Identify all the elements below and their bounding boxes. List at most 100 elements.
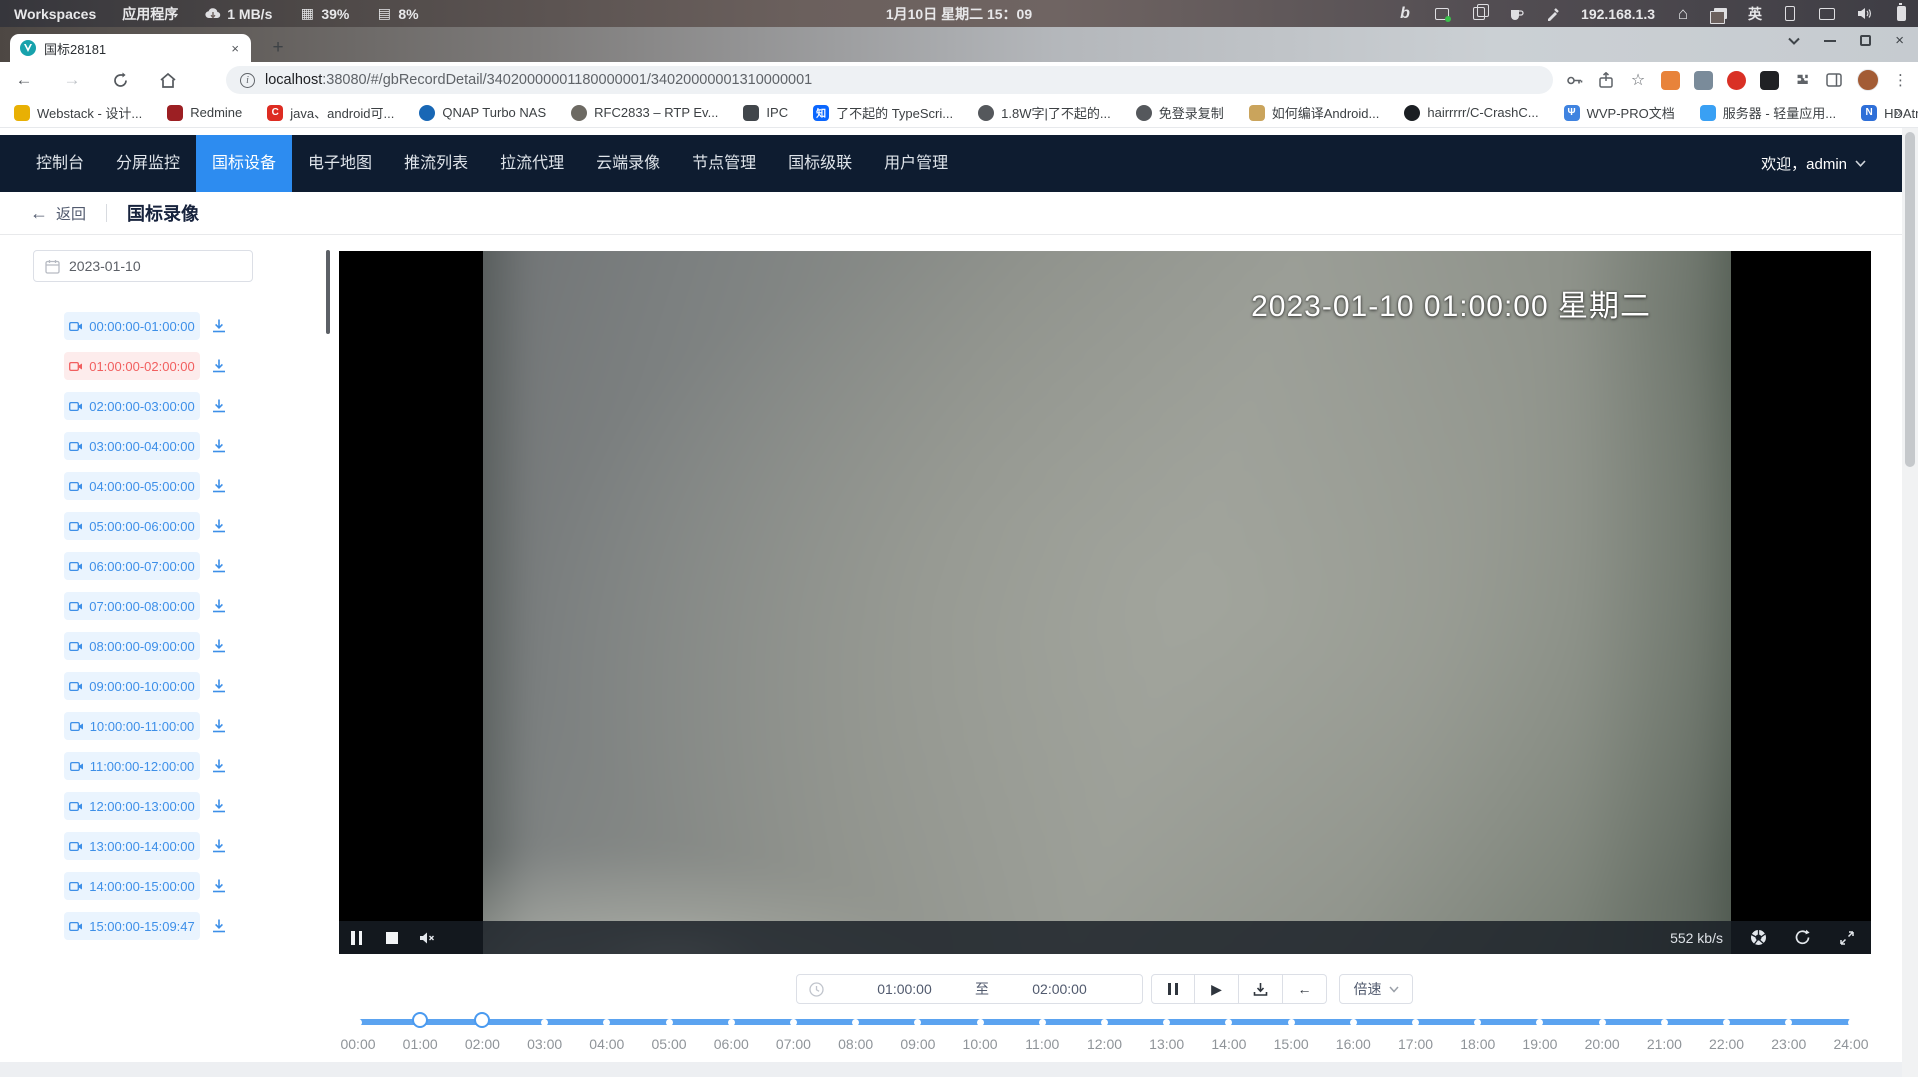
color-picker-tray-icon[interactable] (1544, 5, 1562, 23)
bookmark-item[interactable]: QNAP Turbo NAS (419, 105, 546, 121)
nav-tab-6[interactable]: 拉流代理 (484, 135, 580, 192)
record-download-button[interactable] (209, 316, 229, 336)
back-button[interactable]: ← 返回 (30, 203, 86, 224)
record-download-button[interactable] (209, 596, 229, 616)
extension-icon-1[interactable] (1661, 71, 1680, 90)
window-minimize-button[interactable] (1824, 40, 1836, 42)
record-chip[interactable]: 10:00:00-11:00:00 (64, 712, 200, 740)
display-tray-icon[interactable] (1818, 5, 1836, 23)
record-chip[interactable]: 00:00:00-01:00:00 (64, 312, 200, 340)
windows-stack-tray-icon[interactable] (1711, 5, 1729, 23)
time-range-picker[interactable]: 01:00:00 至 02:00:00 (796, 974, 1143, 1004)
bookmark-item[interactable]: Cjava、android可... (267, 103, 394, 122)
record-chip[interactable]: 03:00:00-04:00:00 (64, 432, 200, 460)
clock[interactable]: 1月10日 星期二 15：09 (886, 4, 1032, 24)
bookmark-item[interactable]: ΨWVP-PRO文档 (1564, 103, 1675, 122)
browser-reload-button[interactable] (110, 70, 130, 90)
clipboard-tray-icon[interactable] (1470, 5, 1488, 23)
video-player[interactable]: 2023-01-10 01:00:00 星期二 552 kb/s (339, 251, 1871, 954)
nav-tab-1[interactable]: 控制台 (20, 135, 100, 192)
nav-tab-10[interactable]: 用户管理 (868, 135, 964, 192)
speed-dropdown[interactable]: 倍速 (1339, 974, 1413, 1004)
record-download-button[interactable] (209, 476, 229, 496)
record-chip[interactable]: 15:00:00-15:09:47 (64, 912, 200, 940)
browser-menu-icon[interactable]: ⋮ (1893, 71, 1908, 89)
bookmark-item[interactable]: 免登录复制 (1136, 103, 1224, 122)
window-close-button[interactable]: × (1895, 32, 1904, 49)
extension-icon-2[interactable] (1694, 71, 1713, 90)
refresh-icon[interactable] (1794, 929, 1811, 946)
record-download-button[interactable] (209, 836, 229, 856)
browser-home-button[interactable] (158, 70, 178, 90)
welcome-menu[interactable]: 欢迎，admin (1761, 135, 1866, 192)
caffeine-tray-icon[interactable] (1507, 5, 1525, 23)
play-button[interactable]: ▶ (1195, 974, 1239, 1004)
bookmark-item[interactable]: 如何编译Android... (1249, 103, 1380, 122)
bookmark-item[interactable]: Webstack - 设计... (14, 103, 142, 122)
record-chip[interactable]: 12:00:00-13:00:00 (64, 792, 200, 820)
sidebar-scrollbar[interactable] (326, 250, 330, 334)
player-stop-icon[interactable] (383, 929, 400, 946)
bookmark-item[interactable]: 1.8W字|了不起的... (978, 103, 1111, 122)
share-icon[interactable] (1597, 71, 1615, 89)
bookmark-item[interactable]: IPC (743, 105, 788, 121)
ip-address-indicator[interactable]: 192.168.1.3 (1581, 6, 1655, 22)
new-tab-button[interactable]: + (266, 36, 290, 60)
browser-forward-button[interactable]: → (62, 70, 82, 90)
download-button[interactable] (1239, 974, 1283, 1004)
pause-button[interactable] (1151, 974, 1195, 1004)
timeline-handle-start[interactable] (412, 1012, 428, 1028)
record-download-button[interactable] (209, 676, 229, 696)
record-chip[interactable]: 02:00:00-03:00:00 (64, 392, 200, 420)
record-chip[interactable]: 04:00:00-05:00:00 (64, 472, 200, 500)
record-chip[interactable]: 01:00:00-02:00:00 (64, 352, 200, 380)
record-chip[interactable]: 09:00:00-10:00:00 (64, 672, 200, 700)
record-chip[interactable]: 08:00:00-09:00:00 (64, 632, 200, 660)
timeline-handle-end[interactable] (474, 1012, 490, 1028)
extension-icon-4[interactable] (1760, 71, 1779, 90)
tab-search-chevron-icon[interactable] (1788, 37, 1800, 45)
bing-tray-icon[interactable]: b (1396, 5, 1414, 23)
range-end-value[interactable]: 02:00:00 (989, 981, 1130, 997)
record-chip[interactable]: 05:00:00-06:00:00 (64, 512, 200, 540)
bookmark-item[interactable]: RFC2833 – RTP Ev... (571, 105, 718, 121)
snapshot-aperture-icon[interactable] (1750, 929, 1767, 946)
phone-tray-icon[interactable] (1781, 5, 1799, 23)
applications-button[interactable]: 应用程序 (122, 4, 178, 24)
record-download-button[interactable] (209, 876, 229, 896)
nav-tab-5[interactable]: 推流列表 (388, 135, 484, 192)
tab-close-button[interactable]: × (229, 41, 241, 56)
record-chip[interactable]: 11:00:00-12:00:00 (64, 752, 200, 780)
app-window-tray-icon[interactable] (1433, 5, 1451, 23)
side-panel-icon[interactable] (1825, 71, 1843, 89)
bookmark-item[interactable]: Redmine (167, 105, 242, 121)
date-picker-input[interactable]: 2023-01-10 (33, 250, 253, 282)
seek-back-button[interactable]: ← (1283, 974, 1327, 1004)
record-download-button[interactable] (209, 636, 229, 656)
password-key-icon[interactable] (1565, 71, 1583, 89)
nav-tab-2[interactable]: 分屏监控 (100, 135, 196, 192)
record-chip[interactable]: 07:00:00-08:00:00 (64, 592, 200, 620)
timeline-slider[interactable] (358, 1019, 1851, 1025)
battery-tray-icon[interactable] (1892, 5, 1910, 23)
input-method-indicator[interactable]: 英 (1748, 4, 1762, 24)
nav-tab-9[interactable]: 国标级联 (772, 135, 868, 192)
volume-tray-icon[interactable] (1855, 5, 1873, 23)
extensions-puzzle-icon[interactable] (1793, 71, 1811, 89)
record-download-button[interactable] (209, 756, 229, 776)
address-bar[interactable]: i localhost:38080/#/gbRecordDetail/34020… (226, 66, 1553, 94)
range-start-value[interactable]: 01:00:00 (834, 981, 975, 997)
browser-tab[interactable]: 国标28181 × (10, 34, 251, 62)
player-pause-icon[interactable] (348, 929, 365, 946)
site-info-icon[interactable]: i (240, 73, 255, 88)
record-chip[interactable]: 14:00:00-15:00:00 (64, 872, 200, 900)
nav-tab-4[interactable]: 电子地图 (292, 135, 388, 192)
record-download-button[interactable] (209, 796, 229, 816)
player-mute-icon[interactable] (418, 929, 435, 946)
record-download-button[interactable] (209, 516, 229, 536)
nav-tab-7[interactable]: 云端录像 (580, 135, 676, 192)
bookmark-item[interactable]: hairrrrr/C-CrashC... (1404, 105, 1538, 121)
bookmark-item[interactable]: 知了不起的 TypeScri... (813, 103, 953, 122)
bookmarks-overflow-icon[interactable]: » (1894, 104, 1902, 121)
record-chip[interactable]: 13:00:00-14:00:00 (64, 832, 200, 860)
